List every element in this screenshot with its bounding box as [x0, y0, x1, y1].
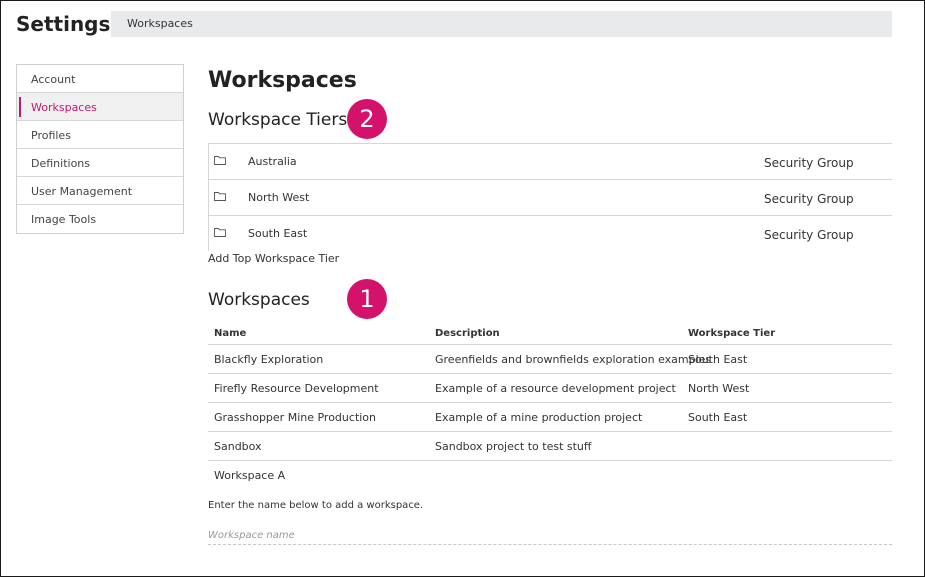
- tier-name: South East: [248, 227, 308, 240]
- sidebar-item-image-tools[interactable]: Image Tools: [17, 205, 183, 233]
- workspace-name: Firefly Resource Development: [214, 382, 379, 395]
- folder-icon: [214, 192, 226, 201]
- folder-icon: [214, 156, 226, 165]
- workspace-description: Example of a resource development projec…: [435, 382, 676, 395]
- column-header-tier[interactable]: Workspace Tier: [688, 328, 775, 339]
- sidebar-item-workspaces[interactable]: Workspaces: [17, 93, 183, 121]
- sidebar-item-account[interactable]: Account: [17, 65, 183, 93]
- sidebar-item-definitions[interactable]: Definitions: [17, 149, 183, 177]
- sidebar-item-label: Image Tools: [31, 213, 97, 226]
- callout-badge-1: 1: [347, 279, 387, 319]
- workspace-name: Workspace A: [214, 469, 286, 482]
- sidebar-item-label: User Management: [31, 185, 133, 198]
- workspace-name: Grasshopper Mine Production: [214, 411, 377, 424]
- sidebar-item-profiles[interactable]: Profiles: [17, 121, 183, 149]
- table-row[interactable]: Workspace A: [208, 461, 892, 490]
- tier-security-group: Security Group: [764, 156, 854, 170]
- add-workspace-hint: Enter the name below to add a workspace.: [208, 500, 424, 511]
- workspace-name: Sandbox: [214, 440, 262, 453]
- column-header-description[interactable]: Description: [435, 328, 500, 339]
- tier-row[interactable]: Australia Security Group: [208, 143, 892, 179]
- workspace-description: Example of a mine production project: [435, 411, 643, 424]
- table-header: Name Description Workspace Tier: [208, 323, 892, 345]
- sidebar-item-label: Definitions: [31, 157, 90, 170]
- sidebar-item-label: Account: [31, 73, 76, 86]
- tier-security-group: Security Group: [764, 228, 854, 242]
- sidebar-nav: Account Workspaces Profiles Definitions …: [16, 64, 184, 234]
- workspace-description: Sandbox project to test stuff: [435, 440, 592, 453]
- table-row[interactable]: Sandbox Sandbox project to test stuff: [208, 432, 892, 461]
- column-header-name[interactable]: Name: [214, 328, 246, 339]
- workspaces-table: Name Description Workspace Tier Blackfly…: [208, 323, 892, 490]
- workspace-tier: South East: [688, 411, 748, 424]
- sidebar-item-label: Profiles: [31, 129, 71, 142]
- table-row[interactable]: Firefly Resource Development Example of …: [208, 374, 892, 403]
- workspaces-heading: Workspaces: [208, 290, 310, 310]
- app-title: Settings: [16, 12, 111, 36]
- tier-security-group: Security Group: [764, 192, 854, 206]
- tier-row[interactable]: South East Security Group: [208, 215, 892, 251]
- callout-badge-2: 2: [347, 99, 387, 139]
- workspace-description: Greenfields and brownfields exploration …: [435, 353, 712, 366]
- tiers-heading: Workspace Tiers: [208, 110, 348, 130]
- breadcrumb: Workspaces: [111, 11, 892, 37]
- tier-table: Australia Security Group North West Secu…: [208, 143, 892, 251]
- sidebar-item-user-management[interactable]: User Management: [17, 177, 183, 205]
- workspace-name-input[interactable]: [208, 526, 892, 545]
- folder-icon: [214, 228, 226, 237]
- table-row[interactable]: Blackfly Exploration Greenfields and bro…: [208, 345, 892, 374]
- breadcrumb-current[interactable]: Workspaces: [127, 17, 193, 30]
- tier-name: North West: [248, 191, 310, 204]
- add-top-tier-link[interactable]: Add Top Workspace Tier: [208, 252, 339, 265]
- workspace-name: Blackfly Exploration: [214, 353, 324, 366]
- workspace-tier: South East: [688, 353, 748, 366]
- tier-row[interactable]: North West Security Group: [208, 179, 892, 215]
- tier-name: Australia: [248, 155, 297, 168]
- sidebar-item-label: Workspaces: [31, 101, 97, 114]
- workspace-tier: North West: [688, 382, 750, 395]
- table-row[interactable]: Grasshopper Mine Production Example of a…: [208, 403, 892, 432]
- page-title: Workspaces: [208, 68, 357, 93]
